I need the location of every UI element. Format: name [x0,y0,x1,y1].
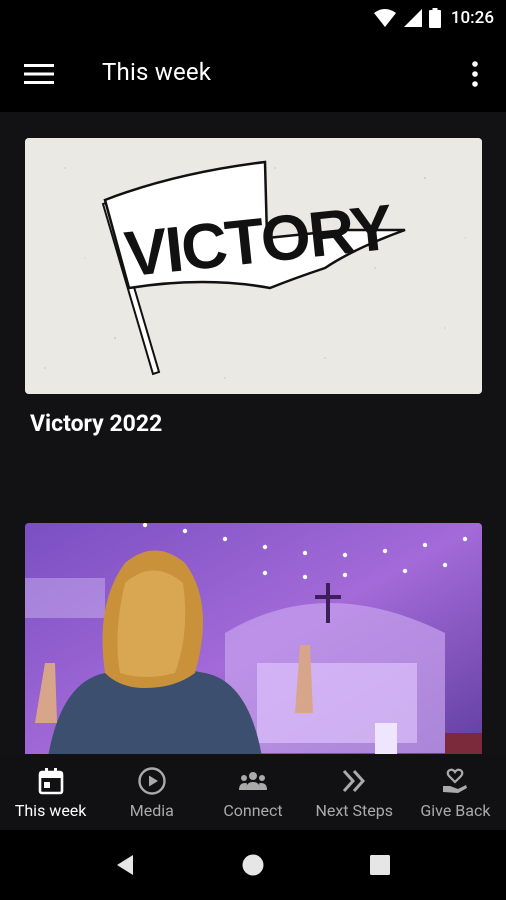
card-image-victory[interactable]: VICTORY [25,138,482,394]
nav-label: Give Back [420,801,491,820]
nav-label: Media [129,801,174,820]
home-icon[interactable] [238,850,268,880]
bottom-navigation: This week Media Connect Next Steps Give … [0,754,506,830]
content-card[interactable] [25,523,482,754]
calendar-icon [38,768,63,795]
recents-icon[interactable] [365,850,395,880]
nav-item-media[interactable]: Media [101,754,202,830]
nav-label: Connect [223,801,283,820]
double-chevron-right-icon [343,769,366,793]
battery-icon [428,8,441,28]
status-time: 10:26 [450,8,494,28]
more-vertical-icon[interactable] [464,60,486,88]
victory-flag-illustration: VICTORY [25,138,482,394]
back-icon[interactable] [111,850,141,880]
nav-item-next-steps[interactable]: Next Steps [304,754,405,830]
system-navigation-bar [0,830,506,900]
app-bar: This week [0,36,506,112]
status-bar: 10:26 [0,0,506,36]
nav-label: Next Steps [315,801,393,820]
hamburger-menu-icon[interactable] [24,62,54,86]
cellular-signal-icon [403,9,422,27]
content-card[interactable]: VICTORY Victory 2022 [25,138,482,437]
nav-item-this-week[interactable]: This week [0,754,101,830]
worship-photo [25,523,482,754]
nav-item-give-back[interactable]: Give Back [405,754,506,830]
nav-item-connect[interactable]: Connect [202,754,303,830]
heart-hand-icon [443,768,468,793]
card-title: Victory 2022 [30,410,163,437]
play-circle-icon [138,767,166,795]
card-image-worship[interactable] [25,523,482,754]
wifi-icon [373,9,396,27]
page-title: This week [102,58,212,86]
content-feed: VICTORY Victory 2022 [0,112,506,754]
group-icon [239,772,267,790]
nav-label: This week [14,801,87,820]
